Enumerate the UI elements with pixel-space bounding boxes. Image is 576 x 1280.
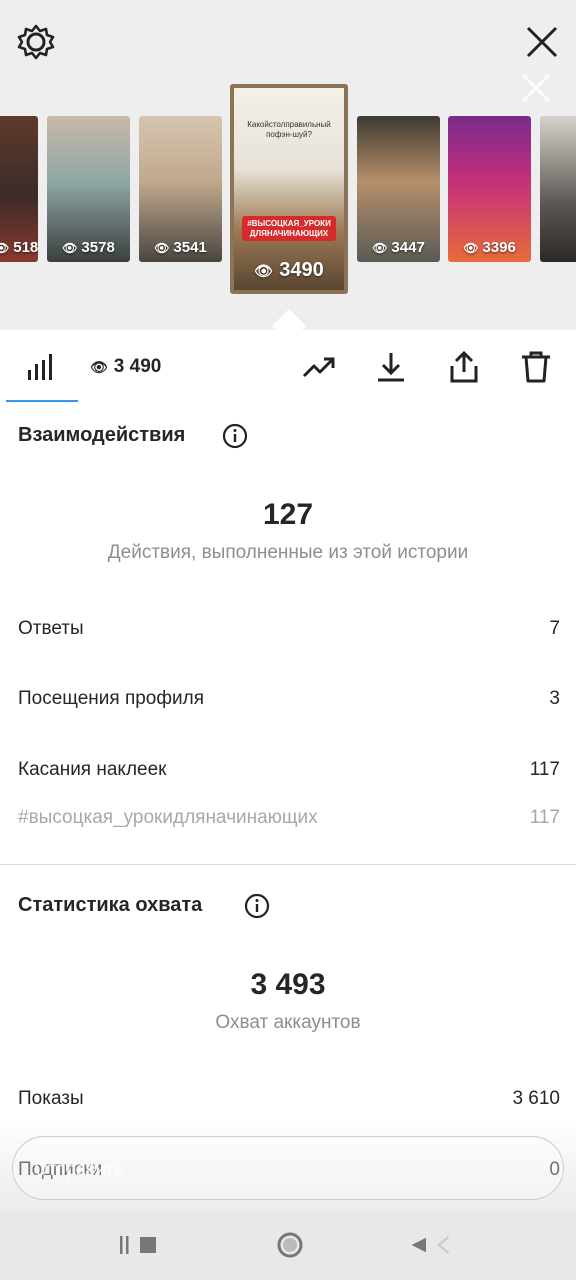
close-icon[interactable] — [522, 22, 562, 62]
story-thumbnail[interactable]: 👁 3447 — [357, 116, 440, 262]
eye-icon: 👁 — [463, 241, 479, 255]
story-views: 3396 — [482, 239, 516, 256]
eye-icon: 👁 — [372, 241, 388, 255]
story-views: 3490 — [279, 259, 324, 281]
stat-row-impressions: Показы 3 610 — [18, 1088, 560, 1110]
stat-label: Ответы — [18, 618, 84, 639]
interactions-total: 127 — [262, 498, 314, 531]
story-thumbnail[interactable]: 👁 518 — [0, 116, 38, 262]
stat-value: 3 — [549, 688, 560, 709]
section-title-interactions: Взаимодействия — [18, 424, 186, 446]
stat-value: 3 610 — [512, 1088, 560, 1109]
story-thumbnail[interactable]: 👁 3396 — [448, 116, 531, 262]
info-icon[interactable] — [244, 893, 270, 919]
story-thumbnail[interactable]: 👁 3578 — [47, 116, 130, 262]
close-icon-overlay — [521, 73, 551, 103]
download-icon[interactable] — [374, 350, 408, 384]
stories-strip: 👁 518 👁 3578 👁 3541 Какойстолправильный поф… — [0, 0, 576, 330]
story-thumbnail[interactable] — [540, 116, 576, 262]
stat-label: Показы — [18, 1088, 84, 1109]
stat-value: 7 — [549, 618, 560, 639]
interactions-subtitle: Действия, выполненные из этой истории — [107, 542, 469, 563]
stat-row-hashtag-sticker: #высоцкая_урокидляначинающих 117 — [18, 807, 560, 829]
active-tab-indicator — [6, 400, 78, 402]
eye-icon: 👁 — [154, 241, 170, 255]
back-icon[interactable] — [410, 1230, 450, 1260]
stat-label: Касания наклеек — [18, 759, 167, 780]
eye-icon: 👁 — [254, 263, 274, 280]
promote-trend-icon[interactable] — [302, 350, 336, 384]
story-views: 3447 — [391, 239, 425, 256]
viewers-count[interactable]: 👁 3 490 — [90, 356, 161, 378]
story-toolbar: 👁 3 490 — [0, 330, 576, 404]
stat-label: #высоцкая_урокидляначинающих — [18, 807, 318, 828]
eye-icon: 👁 — [90, 359, 108, 375]
story-hashtag-sticker: #ВЫСОЦКАЯ_УРОКИ ДЛЯНАЧИНАЮЩИХ — [242, 216, 336, 242]
stat-row-replies: Ответы 7 — [18, 618, 560, 640]
story-views: 3541 — [173, 239, 207, 256]
reach-total: 3 493 — [250, 968, 326, 1001]
story-thumbnail-selected[interactable]: Какойстолправильный пофэн-шуй? #ВЫСОЦКАЯ… — [230, 84, 348, 294]
stat-value: 117 — [529, 807, 560, 828]
home-icon[interactable] — [270, 1230, 310, 1260]
section-divider — [0, 864, 576, 865]
insights-bar-chart-icon[interactable] — [24, 350, 58, 384]
eye-icon: 👁 — [0, 241, 10, 255]
recent-apps-icon[interactable] — [118, 1230, 158, 1260]
stat-label: Посещения профиля — [18, 688, 204, 709]
system-nav-bar — [0, 1210, 576, 1280]
viewers-count-value: 3 490 — [113, 356, 162, 377]
settings-gear-icon[interactable] — [16, 22, 56, 62]
story-views: 518 — [13, 239, 38, 256]
stat-value: 117 — [529, 759, 560, 780]
story-views: 3578 — [81, 239, 115, 256]
reply-placeholder: Отправить... — [34, 1159, 139, 1179]
share-icon[interactable] — [447, 350, 481, 384]
story-thumbnail[interactable]: 👁 3541 — [139, 116, 222, 262]
delete-trash-icon[interactable] — [519, 350, 553, 384]
info-icon[interactable] — [222, 423, 248, 449]
story-caption: Какойстолправильный пофэн-шуй? — [247, 120, 331, 139]
section-title-reach: Статистика охвата — [18, 894, 203, 916]
stat-row-sticker-taps: Касания наклеек 117 — [18, 759, 560, 781]
stat-row-profile-visits: Посещения профиля 3 — [18, 688, 560, 710]
reach-subtitle: Охват аккаунтов — [215, 1012, 361, 1033]
eye-icon: 👁 — [62, 241, 78, 255]
